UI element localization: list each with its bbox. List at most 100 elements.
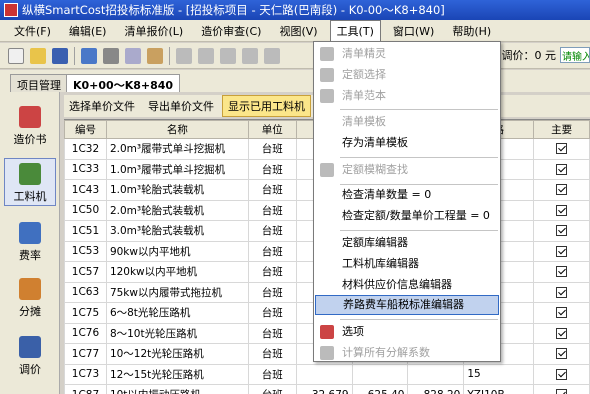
cell-main-checkbox[interactable] <box>533 302 590 324</box>
menu-item-quota-fuzzy-search[interactable]: 定额模糊查找 <box>314 160 500 180</box>
main-material-checkbox[interactable] <box>556 286 568 298</box>
main-material-checkbox[interactable] <box>556 245 568 257</box>
save-icon[interactable] <box>52 47 68 64</box>
menu-tools[interactable]: 工具(T) <box>329 20 381 41</box>
main-material-checkbox[interactable] <box>556 266 568 278</box>
cell-name[interactable]: 1.0m³轮胎式装载机 <box>105 179 249 201</box>
cell-unit[interactable]: 台班 <box>247 363 297 385</box>
menu-item-options[interactable]: 选项 <box>314 322 500 342</box>
cell-main-checkbox[interactable] <box>533 261 590 283</box>
menu-item-check-quota-quantity[interactable]: 检查定额/数量单价工程量 = 0 <box>314 206 500 226</box>
tab-project-management[interactable]: 项目管理 <box>10 74 68 92</box>
menu-item-save-bill-template[interactable]: 存为清单模板 <box>314 133 500 153</box>
cell-unit[interactable]: 台班 <box>247 322 297 344</box>
cell-name[interactable]: 10t以内振动压路机 <box>105 384 249 394</box>
cell-main-checkbox[interactable] <box>533 158 590 180</box>
cell-main-checkbox[interactable] <box>533 179 590 201</box>
cell-code[interactable]: 1C57 <box>64 261 107 283</box>
cell-unit[interactable]: 台班 <box>247 220 297 242</box>
cell-unit[interactable]: 台班 <box>247 138 297 160</box>
table-row[interactable]: 1C8710t以内振动压路机台班32.679625.40828.20YZJ10B <box>64 384 590 394</box>
cell-spec[interactable]: 15 <box>463 363 535 385</box>
delete-row-icon[interactable] <box>198 47 214 64</box>
move-down-icon[interactable] <box>242 47 258 64</box>
cell-unit[interactable]: 台班 <box>247 261 297 283</box>
cell-name[interactable]: 2.0m³履带式单斗挖掘机 <box>105 138 249 160</box>
main-material-checkbox[interactable] <box>556 307 568 319</box>
sidebar-item-allocation[interactable]: 分摊 <box>4 274 56 322</box>
menu-item-supply-price-editor[interactable]: 材料供应价信息编辑器 <box>314 275 500 295</box>
menu-item-bill-sample[interactable]: 清单范本 <box>314 86 500 106</box>
sidebar-item-rate[interactable]: 费率 <box>4 218 56 266</box>
main-material-checkbox[interactable] <box>556 163 568 175</box>
copy-icon[interactable] <box>125 47 141 64</box>
cell-main-checkbox[interactable] <box>533 220 590 242</box>
cell-price[interactable] <box>351 363 409 385</box>
menu-help[interactable]: 帮助(H) <box>446 21 497 41</box>
print-icon[interactable] <box>81 47 97 64</box>
main-material-checkbox[interactable] <box>556 184 568 196</box>
sidebar-item-labor-material[interactable]: 工料机 <box>4 158 56 206</box>
menu-item-quota-select[interactable]: 定额选择 <box>314 65 500 85</box>
col-header-main[interactable]: 主要 <box>533 120 590 139</box>
cell-code[interactable]: 1C87 <box>64 384 107 394</box>
cell-code[interactable]: 1C77 <box>64 343 107 365</box>
move-up-icon[interactable] <box>220 47 236 64</box>
menu-item-road-fee-tax-editor[interactable]: 养路费车船税标准编辑器 <box>315 295 499 315</box>
cell-market-price[interactable] <box>407 363 465 385</box>
cell-main-checkbox[interactable] <box>533 199 590 221</box>
cell-code[interactable]: 1C53 <box>64 240 107 262</box>
cell-name[interactable]: 3.0m³轮胎式装载机 <box>105 220 249 242</box>
table-row[interactable]: 1C73 12～15t光轮压路机 台班 15 <box>64 363 590 385</box>
cell-unit[interactable]: 台班 <box>247 240 297 262</box>
col-header-code[interactable]: 编号 <box>64 120 107 139</box>
menu-item-bill-template[interactable]: 清单模板 <box>314 112 500 132</box>
main-material-checkbox[interactable] <box>556 348 568 360</box>
cell-name[interactable]: 6～8t光轮压路机 <box>105 302 249 324</box>
cell-code[interactable]: 1C43 <box>64 179 107 201</box>
show-used-materials-button[interactable]: 显示已用工料机 <box>222 95 311 117</box>
cell-main-checkbox[interactable] <box>533 138 590 160</box>
main-material-checkbox[interactable] <box>556 327 568 339</box>
tab-section[interactable]: K0+00～K8+840 <box>66 74 181 92</box>
main-material-checkbox[interactable] <box>556 389 568 394</box>
cell-code[interactable]: 1C32 <box>64 138 107 160</box>
cell-market-price[interactable]: 828.20 <box>407 384 465 394</box>
menu-item-material-library-editor[interactable]: 工料机库编辑器 <box>314 254 500 274</box>
cell-consumption[interactable]: 32.679 <box>295 384 353 394</box>
cell-main-checkbox[interactable] <box>533 363 590 385</box>
menu-cost-review[interactable]: 造价审查(C) <box>195 21 267 41</box>
insert-row-icon[interactable] <box>176 47 192 64</box>
cell-name[interactable]: 12～15t光轮压路机 <box>105 363 249 385</box>
cell-unit[interactable]: 台班 <box>247 343 297 365</box>
cell-name[interactable]: 8～10t光轮压路机 <box>105 322 249 344</box>
select-price-file-button[interactable]: 选择单价文件 <box>64 96 140 116</box>
main-material-checkbox[interactable] <box>556 204 568 216</box>
paste-icon[interactable] <box>147 47 163 64</box>
menu-bill-quote[interactable]: 清单报价(L) <box>118 21 189 41</box>
cell-name[interactable]: 90kw以内平地机 <box>105 240 249 262</box>
cell-code[interactable]: 1C33 <box>64 158 107 180</box>
cell-unit[interactable]: 台班 <box>247 384 297 394</box>
menu-window[interactable]: 窗口(W) <box>387 21 440 41</box>
cell-code[interactable]: 1C51 <box>64 220 107 242</box>
menu-item-calc-decomposition[interactable]: 计算所有分解系数 <box>314 343 500 363</box>
sidebar-item-cost-book[interactable]: 造价书 <box>4 102 56 150</box>
open-folder-icon[interactable] <box>30 47 46 64</box>
cell-unit[interactable]: 台班 <box>247 281 297 303</box>
main-material-checkbox[interactable] <box>556 143 568 155</box>
sidebar-item-price-adjust[interactable]: 调价 <box>4 332 56 380</box>
main-material-checkbox[interactable] <box>556 368 568 380</box>
cell-code[interactable]: 1C76 <box>64 322 107 344</box>
cell-main-checkbox[interactable] <box>533 281 590 303</box>
menu-view[interactable]: 视图(V) <box>273 21 323 41</box>
cell-code[interactable]: 1C50 <box>64 199 107 221</box>
cell-unit[interactable]: 台班 <box>247 158 297 180</box>
new-file-icon[interactable] <box>8 47 24 64</box>
cell-consumption[interactable] <box>295 363 353 385</box>
cell-unit[interactable]: 台班 <box>247 302 297 324</box>
cell-code[interactable]: 1C75 <box>64 302 107 324</box>
cell-name[interactable]: 75kw以内履带式拖拉机 <box>105 281 249 303</box>
col-header-name[interactable]: 名称 <box>105 120 249 139</box>
cell-name[interactable]: 10～12t光轮压路机 <box>105 343 249 365</box>
